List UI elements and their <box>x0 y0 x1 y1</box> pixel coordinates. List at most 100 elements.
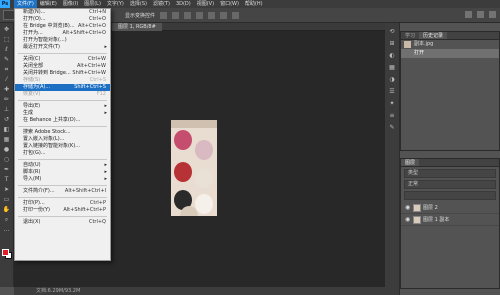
menu-image[interactable]: 图像(I) <box>60 0 81 8</box>
healing-tool-icon[interactable]: ✚ <box>2 86 11 93</box>
file-menu-item[interactable]: 关闭(C) Ctrl+W <box>15 56 110 63</box>
menu-layer[interactable]: 图层(L) <box>81 0 104 8</box>
layer-row[interactable]: ◉ 图层 2 <box>401 202 499 214</box>
blur-tool-icon[interactable]: ● <box>2 146 11 153</box>
history-brush-tool-icon[interactable]: ↺ <box>2 116 11 123</box>
file-menu-item[interactable]: 打开为... Alt+Shift+Ctrl+O <box>15 30 110 37</box>
brush-tool-icon[interactable]: ✏ <box>2 96 11 103</box>
move-tool-icon[interactable]: ✥ <box>2 26 11 33</box>
eye-icon[interactable]: ◉ <box>405 202 410 214</box>
file-menu-item[interactable]: 打开为智能对象(...) <box>15 37 110 44</box>
menu-item-label: 存储为(A)... <box>23 84 51 90</box>
align-top-icon[interactable] <box>196 11 204 19</box>
eraser-tool-icon[interactable]: ◧ <box>2 126 11 133</box>
distribute-icon[interactable] <box>232 11 240 19</box>
align-bottom-icon[interactable] <box>220 11 228 19</box>
zoom-tool-icon[interactable]: ⌕ <box>2 216 11 223</box>
history-icon[interactable]: ⟲ <box>388 28 396 35</box>
hand-tool-icon[interactable]: ✋ <box>2 206 11 213</box>
layer-row[interactable]: ◉ 图层 1 副本 <box>401 214 499 226</box>
dodge-tool-icon[interactable]: ○ <box>2 156 11 163</box>
more-tools-icon[interactable]: … <box>2 226 11 233</box>
search-icon[interactable] <box>477 11 484 18</box>
paths-icon[interactable]: ✎ <box>388 124 396 131</box>
menu-item-label: 打开(O)... <box>23 16 46 22</box>
color-icon[interactable]: ◐ <box>388 52 396 59</box>
menu-select[interactable]: 选择(S) <box>127 0 150 8</box>
shape-tool-icon[interactable]: ▭ <box>2 196 11 203</box>
menu-file[interactable]: 文件(F) <box>14 0 37 8</box>
file-menu-item[interactable]: 存储为(A)... Shift+Ctrl+S <box>15 84 110 91</box>
gradient-tool-icon[interactable]: ▦ <box>2 136 11 143</box>
adjustments-icon[interactable]: ◑ <box>388 76 396 83</box>
properties-icon[interactable]: ⊞ <box>388 40 396 47</box>
align-middle-icon[interactable] <box>208 11 216 19</box>
file-menu-item[interactable]: 关闭全部 Alt+Ctrl+W <box>15 63 110 70</box>
file-menu-item[interactable]: 在 Bridge 中浏览(B)... Alt+Ctrl+O <box>15 23 110 30</box>
submenu-arrow-icon: ▸ <box>104 110 107 116</box>
menu-filter[interactable]: 滤镜(T) <box>150 0 173 8</box>
file-menu-item[interactable]: 自动(U) ▸ <box>15 162 110 169</box>
type-tool-icon[interactable]: T <box>2 176 11 183</box>
tab-history[interactable]: 历史记录 <box>419 32 448 39</box>
lasso-tool-icon[interactable]: ℓ <box>2 46 11 53</box>
model-photo <box>174 162 192 182</box>
file-menu-item[interactable]: 置入嵌入对象(L)... <box>15 136 110 143</box>
document-image[interactable] <box>171 120 217 216</box>
document-tab[interactable]: 图层 1, RGB/8# <box>112 23 162 31</box>
styles-icon[interactable]: ✦ <box>388 100 396 107</box>
file-menu-item[interactable]: 搜索 Adobe Stock... <box>15 129 110 136</box>
file-menu-item[interactable]: 文件简介(F)... Alt+Shift+Ctrl+I <box>15 188 110 195</box>
blend-mode-select[interactable]: 正常 <box>404 180 496 189</box>
menu-window[interactable]: 窗口(W) <box>217 0 242 8</box>
crop-tool-icon[interactable]: ⌗ <box>2 66 11 73</box>
history-snapshot[interactable]: 副本.jpg <box>401 40 499 49</box>
libraries-icon[interactable]: ☰ <box>388 88 396 95</box>
pen-tool-icon[interactable]: ✒ <box>2 166 11 173</box>
show-transform-controls-label[interactable]: 显示变换控件 <box>125 12 155 19</box>
file-menu-item[interactable]: 打包(G)... <box>15 150 110 157</box>
layer-kind-filter[interactable]: 类型 <box>404 169 496 178</box>
eye-icon[interactable]: ◉ <box>405 214 410 226</box>
channels-icon[interactable]: ≡ <box>388 112 396 119</box>
swatches-icon[interactable]: ▦ <box>388 64 396 71</box>
align-left-icon[interactable] <box>160 11 168 19</box>
file-menu-item[interactable]: 退出(X) Ctrl+Q <box>15 219 110 226</box>
align-right-icon[interactable] <box>184 11 192 19</box>
file-menu-item[interactable]: 最近打开文件(T) ▸ <box>15 44 110 51</box>
path-select-tool-icon[interactable]: ➤ <box>2 186 11 193</box>
3d-mode-icon[interactable] <box>465 11 472 18</box>
quick-select-tool-icon[interactable]: ✎ <box>2 56 11 63</box>
file-menu-item[interactable]: 导出(E) ▸ <box>15 103 110 110</box>
lock-controls[interactable] <box>404 191 496 200</box>
file-menu-item[interactable]: 导入(M) ▸ <box>15 176 110 183</box>
file-menu-item[interactable]: 打印一份(Y) Alt+Shift+Ctrl+P <box>15 207 110 214</box>
file-menu-item[interactable]: 关闭并转到 Bridge... Shift+Ctrl+W <box>15 70 110 77</box>
file-menu-item[interactable]: 生成 ▸ <box>15 110 110 117</box>
eyedropper-tool-icon[interactable]: ⁄ <box>2 76 11 83</box>
menu-edit[interactable]: 编辑(E) <box>37 0 60 8</box>
marquee-tool-icon[interactable]: ⬚ <box>2 36 11 43</box>
file-menu-item[interactable]: 置入链接的智能对象(K)... <box>15 143 110 150</box>
file-menu-item[interactable]: 打印(P)... Ctrl+P <box>15 200 110 207</box>
workspace-icon[interactable] <box>489 11 496 18</box>
menu-type[interactable]: 文字(Y) <box>104 0 127 8</box>
file-menu-item[interactable]: 在 Behance 上共享(D)... <box>15 117 110 124</box>
stamp-tool-icon[interactable]: ⊥ <box>2 106 11 113</box>
tab-learn[interactable]: 学习 <box>401 32 419 39</box>
file-menu-item[interactable]: 新建(N)... Ctrl+N <box>15 9 110 16</box>
menu-view[interactable]: 视图(V) <box>194 0 217 8</box>
menu-item-shortcut: Alt+Ctrl+W <box>77 63 106 69</box>
foreground-color-swatch[interactable] <box>2 249 9 256</box>
align-center-icon[interactable] <box>172 11 180 19</box>
model-photo <box>174 130 192 150</box>
file-menu-item[interactable]: 脚本(R) ▸ <box>15 169 110 176</box>
model-photo <box>195 194 213 214</box>
file-menu-item[interactable]: 打开(O)... Ctrl+O <box>15 16 110 23</box>
menu-3d[interactable]: 3D(D) <box>173 0 194 8</box>
tab-layers[interactable]: 图层 <box>401 159 420 166</box>
layer-thumbnail <box>413 204 421 212</box>
menu-help[interactable]: 帮助(H) <box>242 0 266 8</box>
history-state-open[interactable]: 打开 <box>401 49 499 58</box>
history-panel: 学习 历史记录 副本.jpg 打开 <box>400 31 500 151</box>
